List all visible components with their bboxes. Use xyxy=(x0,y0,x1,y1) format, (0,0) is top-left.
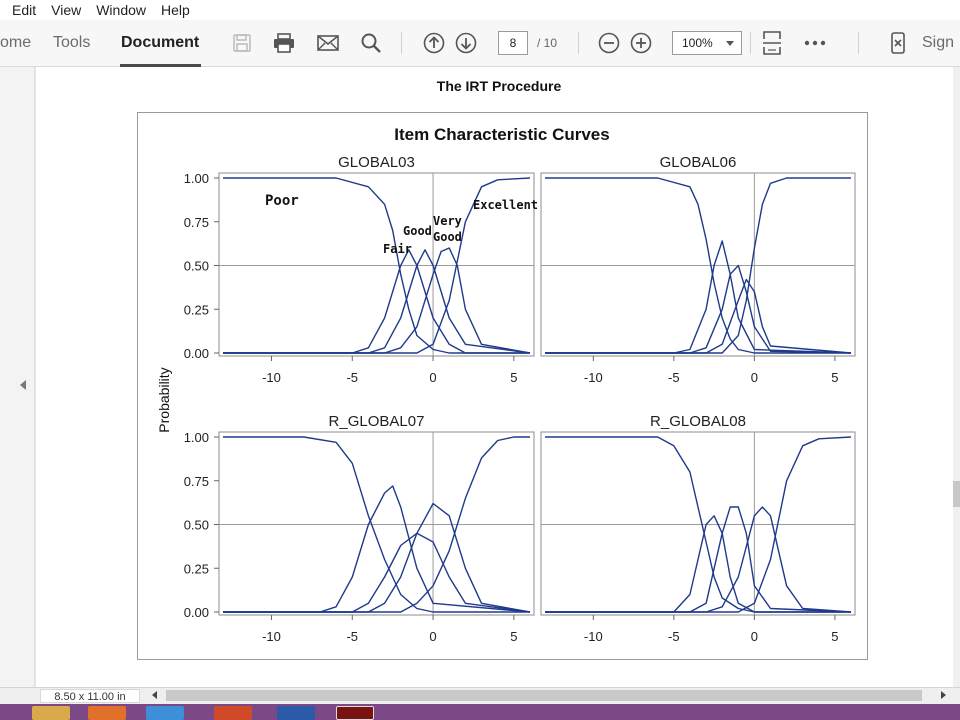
panel-title: R_GLOBAL08 xyxy=(650,413,746,430)
y-tick-label: 1.00 xyxy=(184,171,209,186)
icc-curve xyxy=(545,515,851,613)
panel-title: GLOBAL03 xyxy=(338,154,415,171)
taskbar-powerpoint[interactable] xyxy=(214,706,252,720)
x-tick-label: 5 xyxy=(510,370,517,385)
toolbar-divider xyxy=(578,32,579,54)
save-icon[interactable] xyxy=(229,30,255,56)
x-tick-label: 0 xyxy=(751,629,758,644)
x-tick-label: 5 xyxy=(510,629,517,644)
x-tick-label: -10 xyxy=(262,629,281,644)
toolbar-divider xyxy=(401,32,402,54)
x-tick-label: 0 xyxy=(429,629,436,644)
y-axis-label: Probability xyxy=(156,367,172,432)
tab-home[interactable]: ome xyxy=(0,20,31,67)
y-tick-label: 1.00 xyxy=(184,430,209,445)
page-up-icon[interactable] xyxy=(421,30,447,56)
x-tick-label: -5 xyxy=(346,370,358,385)
x-tick-label: -5 xyxy=(668,629,680,644)
y-tick-label: 0.50 xyxy=(184,518,209,533)
taskbar-file-explorer[interactable] xyxy=(32,706,70,720)
menu-edit[interactable]: Edit xyxy=(12,0,36,20)
x-tick-label: -5 xyxy=(346,629,358,644)
zoom-in-icon[interactable] xyxy=(628,30,654,56)
icc-curve xyxy=(545,278,852,354)
category-label: Poor xyxy=(265,193,299,209)
category-label: Good xyxy=(433,230,462,244)
tab-tools[interactable]: Tools xyxy=(53,20,90,67)
category-label: Good xyxy=(403,224,432,238)
chevron-down-icon xyxy=(726,41,734,46)
icc-curve xyxy=(545,240,852,354)
icc-curve xyxy=(223,532,531,613)
item-characteristic-curves-chart: Item Characteristic Curves Probability GLO… xyxy=(156,125,856,644)
page-number-input[interactable]: 8 xyxy=(498,31,528,55)
taskbar-acrobat[interactable] xyxy=(336,706,374,720)
x-tick-label: -10 xyxy=(584,370,603,385)
x-tick-label: -10 xyxy=(262,370,281,385)
toolbar: ome Tools Document xyxy=(0,20,960,67)
y-tick-label: 0.75 xyxy=(184,474,209,489)
taskbar-firefox[interactable] xyxy=(88,706,126,720)
tab-document[interactable]: Document xyxy=(121,20,199,67)
search-icon[interactable] xyxy=(358,30,384,56)
page-down-icon[interactable] xyxy=(453,30,479,56)
category-label: Fair xyxy=(383,242,412,256)
chart-title: Item Characteristic Curves xyxy=(394,125,609,144)
x-tick-label: 0 xyxy=(751,370,758,385)
email-icon[interactable] xyxy=(315,30,341,56)
icc-curve xyxy=(223,247,531,354)
menu-window[interactable]: Window xyxy=(96,0,146,20)
taskbar-word[interactable] xyxy=(277,706,315,720)
os-taskbar xyxy=(0,704,960,720)
panel-frame xyxy=(540,431,856,616)
menu-view[interactable]: View xyxy=(51,0,81,20)
y-tick-label: 0.25 xyxy=(184,302,209,317)
icc-curve xyxy=(545,264,852,354)
zoom-select[interactable]: 100% xyxy=(672,31,742,55)
panel-title: R_GLOBAL07 xyxy=(329,413,425,430)
x-tick-label: -5 xyxy=(668,370,680,385)
print-icon[interactable] xyxy=(271,30,297,56)
vertical-scrollbar[interactable] xyxy=(953,67,960,687)
page-total: / 10 xyxy=(537,36,558,50)
taskbar-internet-explorer[interactable] xyxy=(146,706,184,720)
zoom-value: 100% xyxy=(682,36,713,50)
category-label: Very xyxy=(433,214,462,228)
page-size-label: 8.50 x 11.00 in xyxy=(40,689,140,703)
y-tick-label: 0.50 xyxy=(184,259,209,274)
y-tick-label: 0.00 xyxy=(184,605,209,620)
y-tick-label: 0.00 xyxy=(184,346,209,361)
zoom-out-icon[interactable] xyxy=(596,30,622,56)
y-tick-label: 0.25 xyxy=(184,561,209,576)
scroll-right-icon[interactable] xyxy=(941,691,946,699)
x-tick-label: 0 xyxy=(429,370,436,385)
mobile-icon[interactable] xyxy=(885,30,911,56)
menu-bar: Edit View Window Help xyxy=(0,0,960,20)
panel-title: GLOBAL06 xyxy=(660,154,737,171)
more-icon[interactable] xyxy=(802,30,828,56)
horizontal-scroll-thumb[interactable] xyxy=(166,690,922,701)
page-heading: The IRT Procedure xyxy=(436,78,562,94)
x-tick-label: -10 xyxy=(584,629,603,644)
icc-curve xyxy=(223,502,531,613)
panel-frame xyxy=(218,431,535,616)
toolbar-divider xyxy=(750,32,751,54)
pdf-viewer-window: Edit View Window Help ome Tools Document xyxy=(0,0,960,720)
expand-panel-icon[interactable] xyxy=(20,380,26,390)
category-label: Excellent xyxy=(473,198,538,212)
x-tick-label: 5 xyxy=(831,370,838,385)
fit-page-icon[interactable] xyxy=(759,30,785,56)
vertical-scroll-thumb[interactable] xyxy=(953,481,960,507)
scroll-left-icon[interactable] xyxy=(152,691,157,699)
sign-button[interactable]: Sign xyxy=(922,20,954,67)
left-panel-collapsed xyxy=(0,67,35,687)
menu-help[interactable]: Help xyxy=(161,0,190,20)
toolbar-divider xyxy=(858,32,859,54)
y-tick-label: 0.75 xyxy=(184,215,209,230)
x-tick-label: 5 xyxy=(831,629,838,644)
icc-curve xyxy=(223,485,531,613)
